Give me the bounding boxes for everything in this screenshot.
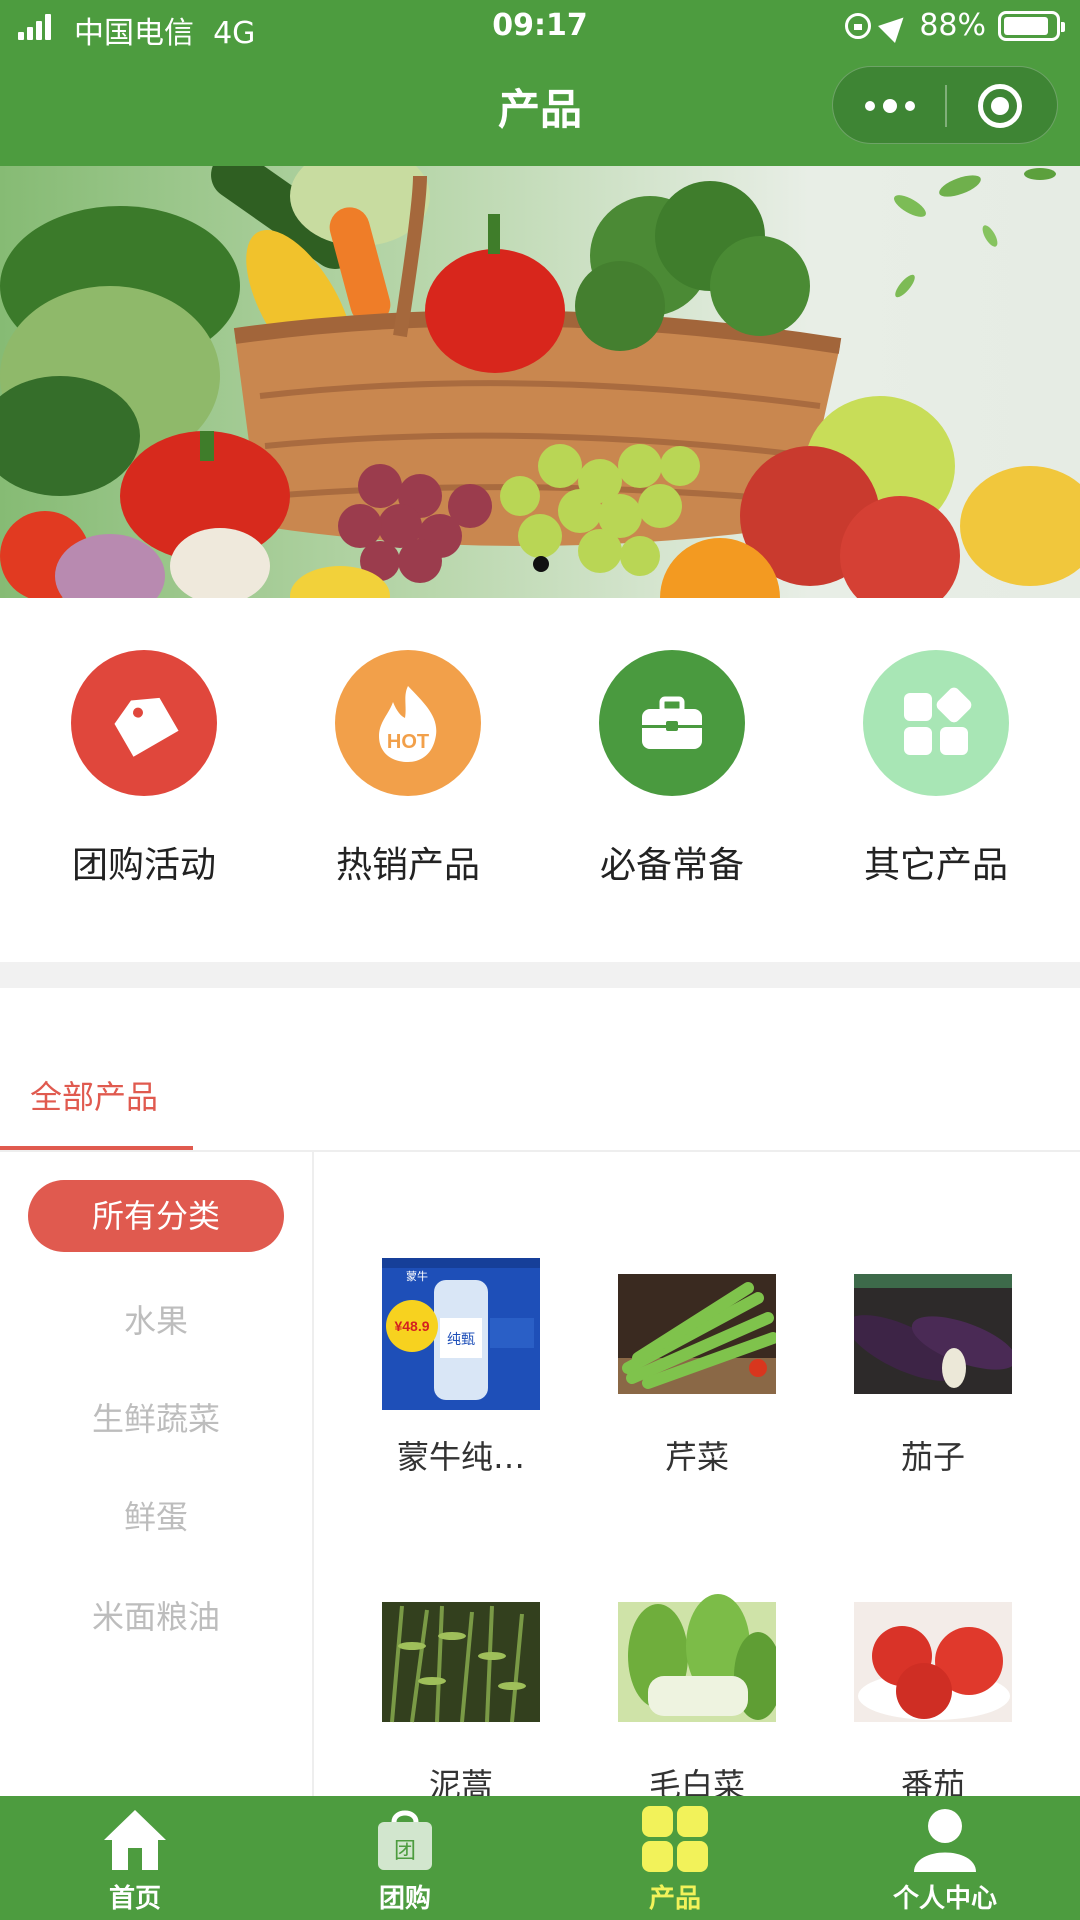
bag-text: 团 xyxy=(394,1839,416,1864)
category-hot-products[interactable]: HOT 热销产品 xyxy=(308,650,508,888)
product-image-milk: 纯甄 蒙牛 ¥48.9 xyxy=(382,1258,540,1410)
category-circle xyxy=(599,650,745,796)
status-bar: 中国电信 4G 09:17 88% xyxy=(0,0,1080,54)
sidebar-item-all[interactable]: 所有分类 xyxy=(28,1180,284,1252)
sidebar-item-eggs[interactable]: 鲜蛋 xyxy=(28,1492,284,1538)
category-group-buy[interactable]: 团购活动 xyxy=(44,650,244,888)
tab-all-products[interactable]: 全部产品 xyxy=(30,1072,158,1118)
svg-text:HOT: HOT xyxy=(387,731,429,753)
mini-program-capsule xyxy=(832,66,1058,144)
product-image-celery xyxy=(618,1274,776,1394)
product-card[interactable]: 纯甄 蒙牛 ¥48.9 蒙牛纯… xyxy=(361,1258,561,1478)
product-pack-text: 纯甄 xyxy=(447,1331,475,1347)
product-image-tomato xyxy=(854,1602,1012,1722)
category-label: 热销产品 xyxy=(335,845,480,886)
rotation-lock-icon xyxy=(845,12,872,39)
tab-profile[interactable]: 个人中心 xyxy=(845,1796,1045,1920)
top-bar: 中国电信 4G 09:17 88% 产品 xyxy=(0,0,1080,166)
tab-products[interactable]: 产品 xyxy=(575,1796,775,1920)
battery-percent: 88% xyxy=(919,8,986,43)
product-grid-icon xyxy=(642,1806,708,1872)
home-icon xyxy=(104,1810,166,1870)
product-image-artemisia xyxy=(382,1602,540,1723)
more-dots-icon[interactable] xyxy=(865,96,915,116)
location-arrow-icon xyxy=(878,8,913,43)
product-image-bok-choy xyxy=(618,1594,776,1722)
product-card[interactable]: 番茄 xyxy=(833,1586,1033,1806)
tab-label: 产品 xyxy=(648,1884,701,1914)
price-tag-icon xyxy=(114,697,179,757)
sidebar-item-grain-oil[interactable]: 米面粮油 xyxy=(28,1592,284,1638)
sidebar-item-fruit[interactable]: 水果 xyxy=(28,1296,284,1342)
banner-carousel[interactable] xyxy=(0,166,1080,598)
category-shortcuts: 团购活动 HOT 热销产品 必备常备 其它产品 xyxy=(0,598,1080,962)
category-circle: HOT xyxy=(335,650,481,796)
product-price-tag: ¥48.9 xyxy=(394,1318,429,1334)
product-card[interactable]: 泥蒿 xyxy=(361,1586,561,1806)
tab-label: 首页 xyxy=(108,1884,161,1914)
product-name: 蒙牛纯… xyxy=(396,1438,525,1476)
section-divider xyxy=(0,962,1080,988)
category-label: 必备常备 xyxy=(599,845,744,886)
close-target-icon[interactable] xyxy=(978,84,1022,128)
category-essentials[interactable]: 必备常备 xyxy=(572,650,772,888)
battery-icon xyxy=(998,10,1065,41)
product-image-eggplant xyxy=(854,1274,1012,1394)
product-card[interactable]: 毛白菜 xyxy=(597,1586,797,1806)
sidebar-item-fresh-vegetables[interactable]: 生鲜蔬菜 xyxy=(28,1394,284,1440)
bottom-tab-bar: 首页 团 团购 产品 个人中心 xyxy=(0,1796,1080,1920)
shopping-bag-icon: 团 xyxy=(378,1810,432,1870)
toolbox-icon xyxy=(642,696,702,749)
product-name: 茄子 xyxy=(900,1438,965,1476)
tab-label: 团购 xyxy=(378,1884,431,1914)
tab-group-buy[interactable]: 团 团购 xyxy=(305,1796,505,1920)
category-other-products[interactable]: 其它产品 xyxy=(836,650,1036,888)
category-circle xyxy=(71,650,217,796)
carousel-indicator-dot[interactable] xyxy=(533,556,549,572)
product-name: 芹菜 xyxy=(664,1438,729,1476)
status-right: 88% xyxy=(845,8,1065,43)
capsule-divider xyxy=(945,85,947,127)
category-label: 团购活动 xyxy=(71,845,216,886)
sidebar-divider xyxy=(312,1152,314,1796)
product-card[interactable]: 芹菜 xyxy=(597,1258,797,1478)
hot-flame-icon: HOT xyxy=(379,686,437,762)
vegetable-basket-image xyxy=(0,166,1080,598)
grid-squares-icon xyxy=(904,687,972,755)
tab-home[interactable]: 首页 xyxy=(35,1796,235,1920)
tab-label: 个人中心 xyxy=(892,1884,997,1914)
product-card[interactable]: 茄子 xyxy=(833,1258,1033,1478)
category-label: 其它产品 xyxy=(863,845,1008,886)
product-brand-text: 蒙牛 xyxy=(406,1269,428,1283)
category-circle xyxy=(863,650,1009,796)
user-icon xyxy=(914,1809,976,1872)
tabs-divider xyxy=(0,1150,1080,1152)
